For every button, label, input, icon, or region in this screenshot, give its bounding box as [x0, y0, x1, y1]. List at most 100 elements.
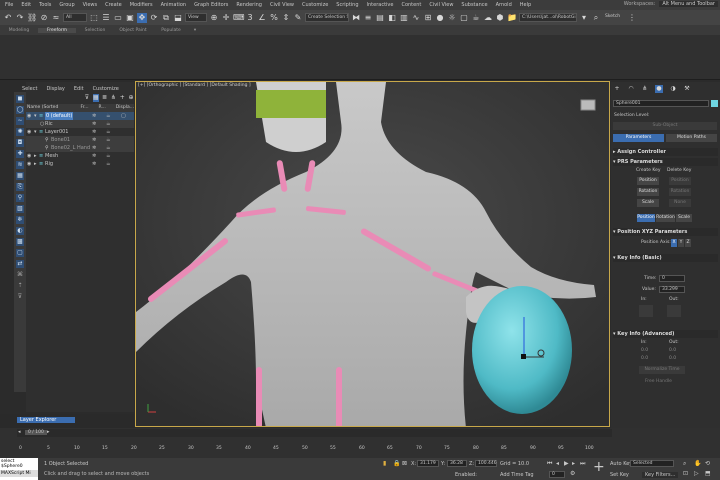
keyboard-shortcut-icon[interactable]: ⌨ [233, 13, 245, 23]
angle-snap-icon[interactable]: ∠ [257, 13, 267, 23]
tree-row-rig[interactable]: ◉ ▸ ≡ Rig ✲ ☕ [26, 160, 134, 168]
menu-content[interactable]: Content [401, 2, 421, 8]
play-icon[interactable]: ▶ [564, 460, 569, 467]
time-config-icon[interactable]: ⚙ [570, 470, 575, 477]
freeze-icon[interactable]: ✲ [92, 112, 96, 120]
sphere001[interactable] [472, 286, 572, 414]
render-cloud-icon[interactable]: ☁ [483, 13, 493, 23]
tab-object-paint[interactable]: Object Paint [114, 28, 152, 33]
render-icon[interactable]: ☕ [471, 13, 481, 23]
render-toggle-icon[interactable]: ☕ [106, 120, 110, 128]
new-layer-icon[interactable]: + [119, 94, 125, 102]
display-tab-icon[interactable]: ◑ [669, 85, 677, 93]
display-none-all-icon[interactable]: ▢ [16, 249, 24, 257]
reference-coordinate-dropdown[interactable]: View [185, 13, 207, 22]
menu-substance[interactable]: Substance [461, 2, 487, 8]
se-menu-select[interactable]: Select [22, 86, 37, 94]
create-tab-icon[interactable]: + [613, 85, 621, 93]
rotation-tab-button[interactable]: Rotation [656, 214, 675, 222]
eye-icon[interactable]: ◉ [27, 112, 31, 120]
display-helpers-icon[interactable]: ✚ [16, 150, 24, 158]
menu-arnold[interactable]: Arnold [496, 2, 512, 8]
parameters-button[interactable]: Parameters [613, 134, 664, 142]
axis-z-button[interactable]: Z [685, 239, 691, 247]
render-setup-icon[interactable]: ☼ [447, 13, 457, 23]
delete-rotation-key-button[interactable]: Rotation [669, 188, 691, 196]
tab-populate[interactable]: Populate [152, 28, 190, 33]
display-toggle-icon[interactable]: ▢ [121, 112, 126, 120]
in-tangent-button[interactable] [639, 305, 653, 317]
spinner-snap-icon[interactable]: ⇕ [281, 13, 291, 23]
expand-icon[interactable]: ▸ [34, 160, 37, 168]
display-geometry-icon[interactable]: ◯ [16, 106, 24, 114]
material-editor-icon[interactable]: ● [435, 13, 445, 23]
tree-row-mesh[interactable]: ◉ ▸ ≡ Mesh ✲ ☕ [26, 152, 134, 160]
menu-civil-view-2[interactable]: Civil View [429, 2, 453, 8]
tab-freeform[interactable]: Freeform [38, 27, 76, 33]
create-position-key-button[interactable]: Position [637, 177, 659, 185]
time-slider-next-icon[interactable]: ▸ [47, 429, 50, 435]
redo-icon[interactable]: ↷ [15, 13, 25, 23]
object-name-field[interactable]: Sphere001 [613, 100, 709, 107]
expand-icon[interactable]: ▾ [34, 112, 37, 120]
viewport-label[interactable]: [+] [Orthographic ] [Standard ] [Default… [138, 83, 251, 88]
y-coordinate-field[interactable]: 36.28 [447, 460, 467, 467]
tree-row-default-layer[interactable]: ◉ ▾ ≡ 0 (default) ✲ ☕ ▢ [26, 112, 134, 120]
tab-modeling[interactable]: Modeling [0, 28, 38, 33]
col-frozen[interactable]: Fr... [81, 104, 89, 112]
set-key-big-icon[interactable]: + [593, 460, 605, 474]
display-groups-icon[interactable]: ▦ [16, 172, 24, 180]
adv-in-value-1[interactable]: 0.0 [641, 348, 648, 353]
key-info-basic-rollout[interactable]: ▾ Key Info (Basic) [613, 254, 718, 262]
menu-graph-editors[interactable]: Graph Editors [194, 2, 228, 8]
scale-tab-button[interactable]: Scale [676, 214, 692, 222]
maximize-viewport-icon[interactable]: ⬒ [705, 470, 711, 477]
menu-customize[interactable]: Customize [302, 2, 328, 8]
menu-tools[interactable]: Tools [39, 2, 51, 8]
a360-icon[interactable]: ⬢ [495, 13, 505, 23]
value-field[interactable]: 33.299 [659, 286, 685, 293]
normalize-time-button[interactable]: Normalize Time [639, 366, 685, 374]
add-time-tag-button[interactable]: Add Time Tag [500, 472, 534, 478]
utilities-tab-icon[interactable]: ⚒ [683, 85, 691, 93]
select-by-name-icon[interactable]: ☰ [101, 13, 111, 23]
unlink-icon[interactable]: ⊘ [39, 13, 49, 23]
gizmo-pivot[interactable] [521, 354, 526, 359]
auto-key-button[interactable]: Auto Key [610, 461, 632, 467]
axis-y-button[interactable]: Y [678, 239, 684, 247]
menu-edit[interactable]: Edit [21, 2, 31, 8]
layer-explorer-label[interactable]: Layer Explorer [17, 417, 75, 423]
display-all-icon[interactable]: ▩ [16, 238, 24, 246]
tree-row-bone02[interactable]: ⚲ Bone02_L Hand ✲ ☕ [26, 144, 134, 152]
x-coordinate-field[interactable]: 31.179 [417, 460, 439, 467]
pan-icon[interactable]: ✋ [694, 460, 701, 467]
col-name[interactable]: Name (Sorted Ascending) [27, 104, 79, 118]
viewcube[interactable] [580, 99, 596, 111]
zoom-icon[interactable]: ⌕ [683, 460, 686, 468]
selection-filter-dropdown[interactable]: All [63, 13, 87, 22]
display-cameras-icon[interactable]: ◘ [16, 139, 24, 147]
workspace-selector[interactable]: Workspaces: Alt Menu and Toolbar [624, 1, 718, 7]
render-toggle-icon[interactable]: ☕ [106, 112, 110, 120]
align-icon[interactable]: ≡ [363, 13, 373, 23]
hierarchy-view-icon[interactable]: ⋔ [110, 94, 116, 102]
menu-views[interactable]: Views [83, 2, 97, 8]
display-containers-icon[interactable]: ▧ [16, 205, 24, 213]
edit-named-selections-icon[interactable]: ✎ [293, 13, 303, 23]
sketch-button[interactable]: Sketch [603, 13, 625, 22]
se-menu-edit[interactable]: Edit [74, 86, 84, 94]
key-filters-button[interactable]: Key Filters... [642, 472, 679, 478]
bone-leg-left[interactable] [256, 367, 262, 427]
create-scale-key-button[interactable]: Scale [637, 199, 659, 207]
select-rotate-icon[interactable]: ⟳ [149, 13, 159, 23]
prev-frame-icon[interactable]: ◂ [556, 460, 559, 467]
menu-civil-view[interactable]: Civil View [270, 2, 294, 8]
display-bones-icon[interactable]: ⚲ [16, 194, 24, 202]
display-lights-icon[interactable]: ✺ [16, 128, 24, 136]
filter-icon[interactable]: ⊽ [84, 94, 90, 102]
adv-out-value-1[interactable]: 0.0 [669, 348, 676, 353]
freeze-icon[interactable]: ✲ [92, 128, 96, 136]
layer-view-icon[interactable]: ≣ [102, 94, 108, 102]
rendered-frame-icon[interactable]: ▢ [459, 13, 469, 23]
timeline-ruler[interactable]: 0 5 10 15 20 25 30 35 40 45 50 55 60 65 … [17, 439, 612, 456]
